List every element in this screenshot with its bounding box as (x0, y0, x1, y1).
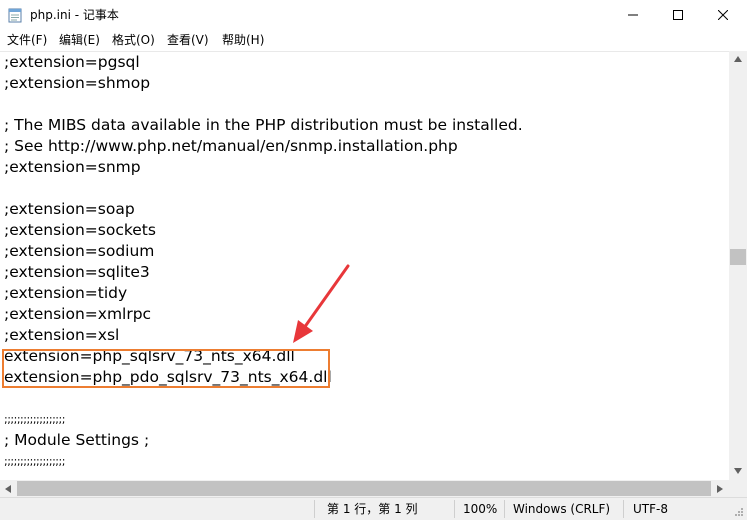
scrollbar-corner (729, 480, 747, 497)
encoding: UTF-8 (633, 502, 668, 516)
text-line: ;extension=xmlrpc (4, 305, 152, 323)
resize-grip-icon[interactable] (733, 506, 744, 517)
text-line: ;extension=shmop (4, 74, 151, 92)
text-line: ;extension=tidy (4, 284, 128, 302)
menu-view[interactable]: 查看(V) (167, 32, 209, 49)
text-line: ;extension=pgsql (4, 53, 140, 71)
menu-file[interactable]: 文件(F) (7, 32, 47, 49)
maximize-icon (673, 10, 683, 20)
horizontal-scrollbar[interactable] (0, 480, 729, 497)
menu-help[interactable]: 帮助(H) (222, 32, 264, 49)
menu-format[interactable]: 格式(O) (112, 32, 155, 49)
minimize-button[interactable] (610, 0, 656, 30)
line-ending: Windows (CRLF) (513, 502, 611, 516)
text-line: ; The MIBS data available in the PHP dis… (4, 116, 523, 134)
text-line: ;;;;;;;;;;;;;;;;;;; (4, 413, 65, 426)
status-divider (314, 500, 315, 518)
horizontal-scroll-thumb[interactable] (17, 481, 711, 496)
text-line: ; See http://www.php.net/manual/en/snmp.… (4, 137, 458, 155)
window-title: php.ini - 记事本 (30, 8, 119, 22)
status-divider (504, 500, 505, 518)
status-divider (623, 500, 624, 518)
menu-bar: 文件(F) 编辑(E) 格式(O) 查看(V) 帮助(H) (0, 30, 747, 51)
highlight-box (2, 349, 330, 388)
text-line: ;extension=soap (4, 200, 135, 218)
status-divider (454, 500, 455, 518)
minimize-icon (628, 14, 638, 16)
text-line: ;extension=sockets (4, 221, 156, 239)
cursor-position: 第 1 行，第 1 列 (327, 502, 418, 516)
notepad-icon (8, 8, 22, 23)
text-line: ;extension=xsl (4, 326, 120, 344)
scroll-right-icon[interactable] (716, 484, 724, 494)
text-line: ;;;;;;;;;;;;;;;;;;; (4, 455, 65, 468)
text-line: ;extension=sodium (4, 242, 155, 260)
vertical-scrollbar[interactable] (729, 51, 747, 480)
status-bar: 第 1 行，第 1 列 100% Windows (CRLF) UTF-8 (0, 497, 747, 520)
title-bar[interactable]: php.ini - 记事本 (0, 0, 747, 30)
zoom-level: 100% (463, 502, 498, 516)
menu-edit[interactable]: 编辑(E) (59, 32, 100, 49)
vertical-scroll-thumb[interactable] (730, 249, 746, 265)
text-line: ;extension=sqlite3 (4, 263, 150, 281)
text-editor[interactable]: ;extension=pgsql ;extension=shmop ; The … (0, 51, 729, 481)
scroll-down-icon[interactable] (733, 467, 743, 475)
close-button[interactable] (700, 0, 746, 30)
maximize-button[interactable] (655, 0, 701, 30)
scroll-up-icon[interactable] (733, 55, 743, 63)
text-line: ;extension=snmp (4, 158, 141, 176)
close-icon (718, 10, 728, 20)
text-line: ; Module Settings ; (4, 431, 150, 449)
scroll-left-icon[interactable] (4, 484, 12, 494)
notepad-window: php.ini - 记事本 文件(F) 编辑(E) 格式(O) 查看(V) 帮助… (0, 0, 747, 520)
